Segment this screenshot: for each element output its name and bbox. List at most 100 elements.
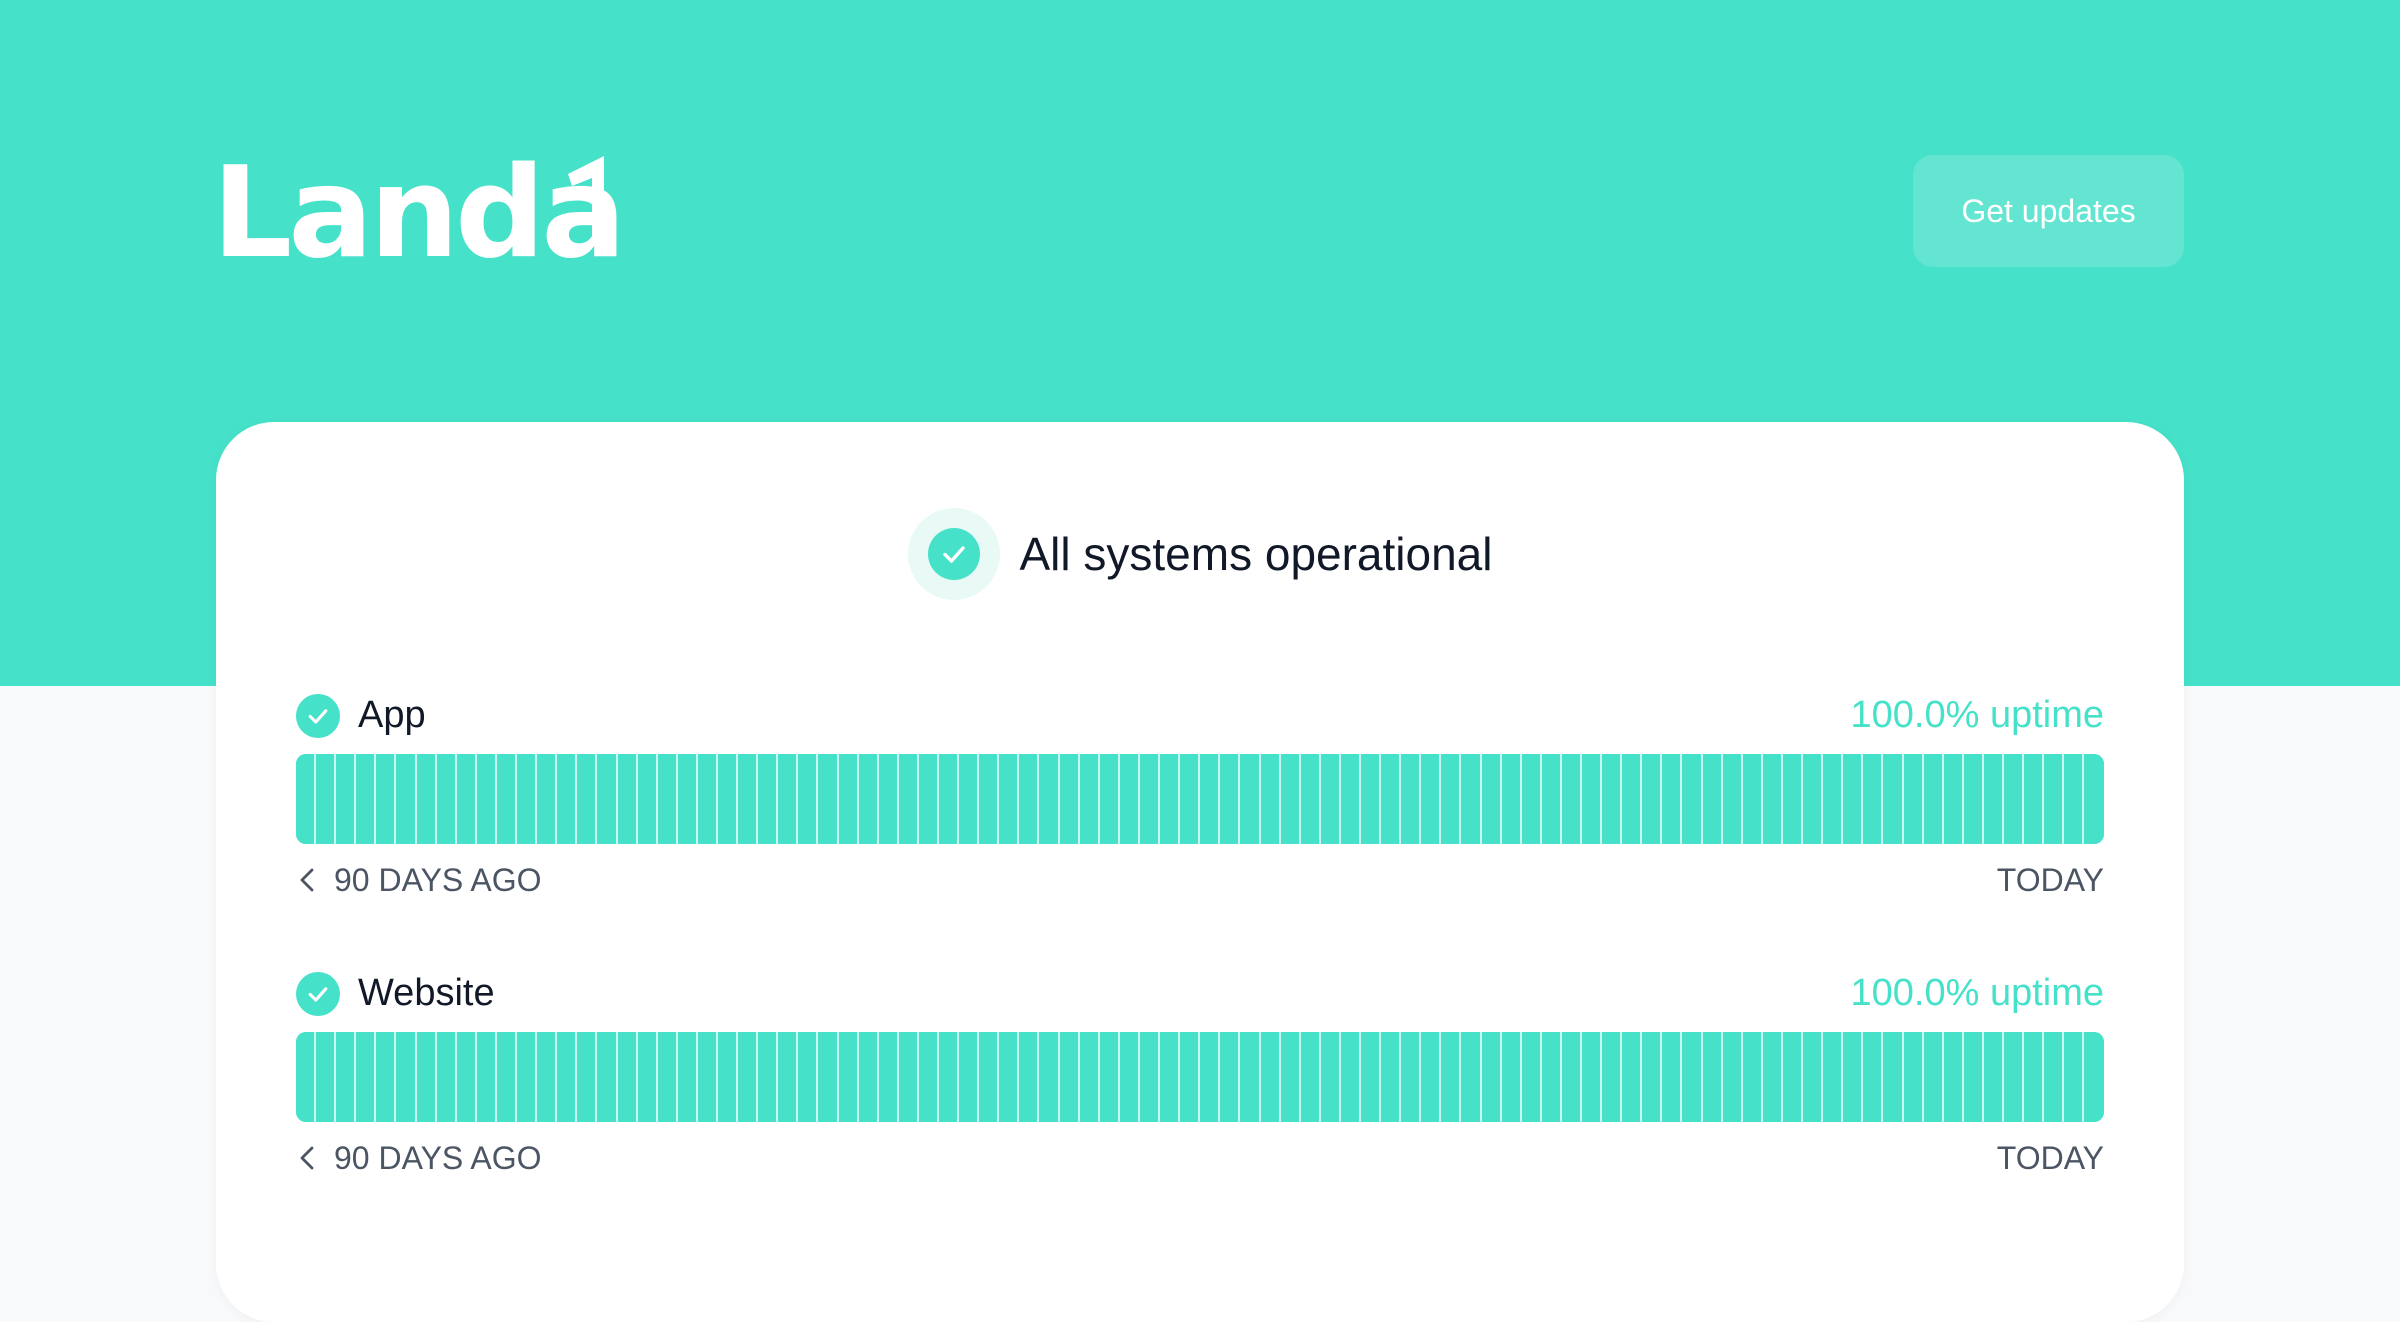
uptime-day[interactable] [878,1032,899,1122]
uptime-day[interactable] [557,1032,578,1122]
uptime-day[interactable] [939,1032,960,1122]
uptime-day[interactable] [2003,1032,2025,1122]
uptime-day[interactable] [1441,754,1462,844]
uptime-day[interactable] [577,1032,598,1122]
uptime-day[interactable] [1983,754,2004,844]
uptime-day[interactable] [1702,1032,1723,1122]
uptime-day[interactable] [436,754,457,844]
uptime-day[interactable] [637,754,658,844]
uptime-day[interactable] [2064,1032,2085,1122]
uptime-day[interactable] [1561,1032,1582,1122]
uptime-day[interactable] [1360,754,1382,844]
uptime-day[interactable] [436,1032,457,1122]
uptime-day[interactable] [878,754,899,844]
uptime-day[interactable] [818,1032,839,1122]
uptime-day[interactable] [1039,754,1060,844]
uptime-day[interactable] [677,1032,698,1122]
uptime-day[interactable] [2024,1032,2045,1122]
uptime-day[interactable] [1260,754,1281,844]
uptime-day[interactable] [336,1032,357,1122]
uptime-day[interactable] [959,1032,980,1122]
uptime-day[interactable] [677,754,698,844]
uptime-day[interactable] [1722,754,1743,844]
uptime-day[interactable] [697,1032,718,1122]
uptime-day[interactable] [1762,754,1783,844]
uptime-day[interactable] [918,1032,939,1122]
uptime-day[interactable] [1200,1032,1221,1122]
uptime-day[interactable] [1320,1032,1341,1122]
uptime-day[interactable] [476,1032,497,1122]
uptime-day[interactable] [1782,1032,1804,1122]
uptime-day[interactable] [2084,1032,2104,1122]
uptime-day[interactable] [959,754,980,844]
uptime-day[interactable] [1561,754,1582,844]
uptime-day[interactable] [1501,754,1522,844]
uptime-day[interactable] [316,1032,337,1122]
uptime-day[interactable] [597,754,618,844]
uptime-day[interactable] [1099,1032,1120,1122]
uptime-day[interactable] [2064,754,2085,844]
uptime-day[interactable] [999,754,1020,844]
uptime-day[interactable] [456,1032,477,1122]
uptime-day[interactable] [376,1032,397,1122]
uptime-day[interactable] [1883,754,1904,844]
uptime-day[interactable] [778,1032,799,1122]
uptime-day[interactable] [758,754,779,844]
uptime-day[interactable] [496,754,518,844]
uptime-day[interactable] [999,1032,1020,1122]
uptime-day[interactable] [1823,754,1844,844]
uptime-day[interactable] [939,754,960,844]
uptime-day[interactable] [898,1032,919,1122]
uptime-day[interactable] [1240,754,1261,844]
uptime-day[interactable] [717,1032,739,1122]
uptime-day[interactable] [1461,754,1482,844]
uptime-day[interactable] [1119,754,1140,844]
uptime-day[interactable] [1943,754,1964,844]
uptime-day[interactable] [476,754,497,844]
uptime-day[interactable] [858,1032,879,1122]
uptime-day[interactable] [1381,1032,1402,1122]
uptime-day[interactable] [1340,1032,1361,1122]
uptime-day[interactable] [778,754,799,844]
get-updates-button[interactable]: Get updates [1913,155,2184,267]
uptime-day[interactable] [1782,754,1804,844]
uptime-day[interactable] [1481,754,1502,844]
uptime-day[interactable] [2084,754,2104,844]
uptime-day[interactable] [1863,754,1884,844]
uptime-day[interactable] [396,754,417,844]
uptime-day[interactable] [2024,754,2045,844]
uptime-day[interactable] [1441,1032,1462,1122]
uptime-day[interactable] [1923,1032,1944,1122]
uptime-day[interactable] [1843,754,1864,844]
uptime-day[interactable] [1119,1032,1140,1122]
uptime-day[interactable] [396,1032,417,1122]
uptime-day[interactable] [1280,754,1301,844]
uptime-day[interactable] [1381,754,1402,844]
uptime-day[interactable] [2044,1032,2065,1122]
uptime-day[interactable] [517,754,538,844]
uptime-day[interactable] [657,754,678,844]
uptime-day[interactable] [738,1032,759,1122]
uptime-day[interactable] [1300,754,1321,844]
uptime-day[interactable] [316,754,337,844]
uptime-day[interactable] [617,754,638,844]
uptime-day[interactable] [1702,754,1723,844]
uptime-day[interactable] [1200,754,1221,844]
uptime-day[interactable] [1180,1032,1201,1122]
uptime-day[interactable] [1903,1032,1924,1122]
uptime-day[interactable] [1863,1032,1884,1122]
uptime-day[interactable] [1602,754,1623,844]
uptime-day[interactable] [1079,754,1100,844]
uptime-day[interactable] [1883,1032,1904,1122]
uptime-day[interactable] [416,754,437,844]
uptime-day[interactable] [1762,1032,1783,1122]
uptime-day[interactable] [1602,1032,1623,1122]
uptime-day[interactable] [1521,1032,1542,1122]
uptime-day[interactable] [1843,1032,1864,1122]
uptime-day[interactable] [798,1032,819,1122]
uptime-day[interactable] [296,1032,317,1122]
uptime-day[interactable] [1823,1032,1844,1122]
uptime-day[interactable] [1582,1032,1603,1122]
uptime-day[interactable] [517,1032,538,1122]
uptime-day[interactable] [1401,754,1422,844]
